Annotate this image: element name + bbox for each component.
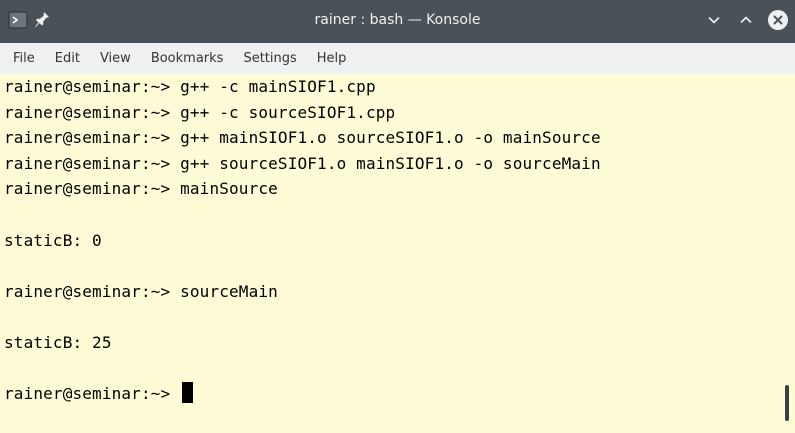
scrollbar[interactable] xyxy=(779,74,795,433)
menu-view[interactable]: View xyxy=(90,43,141,74)
text-cursor xyxy=(182,382,194,404)
terminal-line: rainer@seminar:~> g++ -c mainSIOF1.cpp xyxy=(4,77,376,96)
terminal-line: rainer@seminar:~> g++ mainSIOF1.o source… xyxy=(4,128,601,148)
menu-help[interactable]: Help xyxy=(307,43,357,74)
menu-bar: File Edit View Bookmarks Settings Help xyxy=(0,43,795,74)
terminal-line: staticB: 0 xyxy=(4,230,102,250)
terminal-output[interactable]: rainer@seminar:~> g++ -c mainSIOF1.cpp r… xyxy=(0,74,779,433)
window-title: rainer : bash — Konsole xyxy=(314,12,481,28)
close-icon[interactable] xyxy=(767,9,789,31)
menu-bookmarks[interactable]: Bookmarks xyxy=(141,43,234,74)
konsole-window: rainer : bash — Konsole File Edit View B… xyxy=(0,0,795,433)
menu-settings[interactable]: Settings xyxy=(233,43,306,74)
scrollbar-thumb[interactable] xyxy=(785,385,789,421)
terminal-prompt-line: rainer@seminar:~> xyxy=(4,381,779,407)
title-bar[interactable]: rainer : bash — Konsole xyxy=(0,0,795,43)
terminal-line: rainer@seminar:~> g++ sourceSIOF1.o main… xyxy=(4,153,601,173)
window-controls xyxy=(703,9,789,31)
terminal-line: rainer@seminar:~> sourceMain xyxy=(4,281,278,301)
menu-file[interactable]: File xyxy=(0,43,45,74)
terminal-line: rainer@seminar:~> g++ -c sourceSIOF1.cpp xyxy=(4,102,396,122)
menu-edit[interactable]: Edit xyxy=(45,43,90,74)
chevron-up-icon[interactable] xyxy=(735,9,757,31)
terminal-line: staticB: 25 xyxy=(4,332,112,352)
terminal-line: rainer@seminar:~> mainSource xyxy=(4,179,278,199)
terminal-prompt: rainer@seminar:~> xyxy=(4,384,181,404)
chevron-down-icon[interactable] xyxy=(703,9,725,31)
